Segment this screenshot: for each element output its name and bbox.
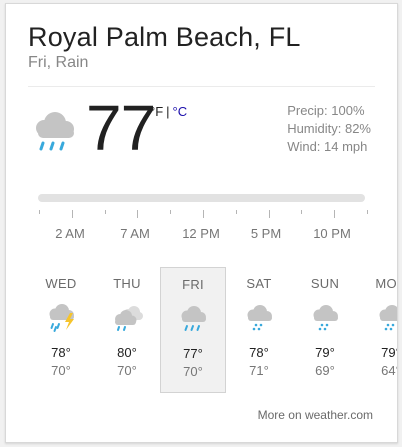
day-name: WED xyxy=(45,276,77,291)
day-high-temp: 79° xyxy=(315,345,335,360)
timeline-tick xyxy=(269,210,270,218)
timeline-tick xyxy=(203,210,204,218)
humidity-text: Humidity: 82% xyxy=(287,121,371,136)
forecast-day-thu[interactable]: THU 80° 70° xyxy=(94,267,160,393)
timeline-tick xyxy=(301,210,302,214)
day-name: FRI xyxy=(182,277,204,292)
timeline-tick xyxy=(105,210,106,214)
forecast-day-wed[interactable]: WED 78° 70° xyxy=(28,267,94,393)
timeline-tick xyxy=(334,210,335,218)
weather-card: Royal Palm Beach, FL Fri, Rain 77 °F | °C … xyxy=(5,3,398,443)
forecast-day-mon[interactable]: MON 79° 64° xyxy=(358,267,397,393)
day-low-temp: 69° xyxy=(315,363,335,378)
showers-icon xyxy=(379,305,397,331)
forecast-day-sun[interactable]: SUN 79° 69° xyxy=(292,267,358,393)
day-low-temp: 64° xyxy=(381,363,397,378)
day-high-temp: 79° xyxy=(381,345,397,360)
day-name: SAT xyxy=(246,276,272,291)
hour-label: 12 PM xyxy=(182,226,220,241)
timeline-tick xyxy=(170,210,171,214)
rain-cloud-icon xyxy=(181,306,206,331)
header-divider xyxy=(28,86,375,87)
celsius-toggle-link[interactable]: °C xyxy=(173,104,188,119)
timeline-tick xyxy=(137,210,138,218)
location-title: Royal Palm Beach, FL xyxy=(28,22,301,52)
day-name: THU xyxy=(113,276,141,291)
timeline-tick xyxy=(72,210,73,218)
forecast-day-fri[interactable]: FRI 77° 70° xyxy=(160,267,226,393)
day-high-temp: 80° xyxy=(117,345,137,360)
day-low-temp: 70° xyxy=(183,364,203,379)
fahrenheit-unit: °F xyxy=(150,104,164,119)
wind-text: Wind: 14 mph xyxy=(287,139,368,154)
day-low-temp: 70° xyxy=(117,363,137,378)
forecast-day-sat[interactable]: SAT 78° 71° xyxy=(226,267,292,393)
timeline-tick xyxy=(39,210,40,214)
hour-label: 10 PM xyxy=(313,226,351,241)
thunderstorm-icon xyxy=(49,304,74,332)
rain-cloud-icon xyxy=(36,112,74,151)
hour-label: 2 AM xyxy=(55,226,85,241)
day-name: MON xyxy=(375,276,397,291)
unit-separator: | xyxy=(166,104,170,119)
more-on-weather-link[interactable]: More on weather.com xyxy=(258,408,373,422)
day-high-temp: 78° xyxy=(51,345,71,360)
day-condition-subtitle: Fri, Rain xyxy=(28,54,89,71)
current-details: Precip: 100% Humidity: 82% Wind: 14 mph xyxy=(287,102,371,156)
cloudy-icon xyxy=(115,306,143,331)
day-low-temp: 70° xyxy=(51,363,71,378)
hour-label: 7 AM xyxy=(120,226,150,241)
day-name: SUN xyxy=(310,276,340,291)
unit-toggle: °F | °C xyxy=(150,104,187,119)
day-high-temp: 77° xyxy=(183,346,203,361)
timeline-tick xyxy=(236,210,237,214)
showers-icon xyxy=(247,305,272,331)
showers-icon xyxy=(313,305,338,331)
precip-text: Precip: 100% xyxy=(287,103,365,118)
hourly-timeline-slider[interactable] xyxy=(38,194,365,202)
day-high-temp: 78° xyxy=(249,345,269,360)
current-temperature: 77 xyxy=(86,92,156,164)
hour-label: 5 PM xyxy=(250,226,282,241)
day-low-temp: 71° xyxy=(249,363,269,378)
timeline-tick xyxy=(367,210,368,214)
